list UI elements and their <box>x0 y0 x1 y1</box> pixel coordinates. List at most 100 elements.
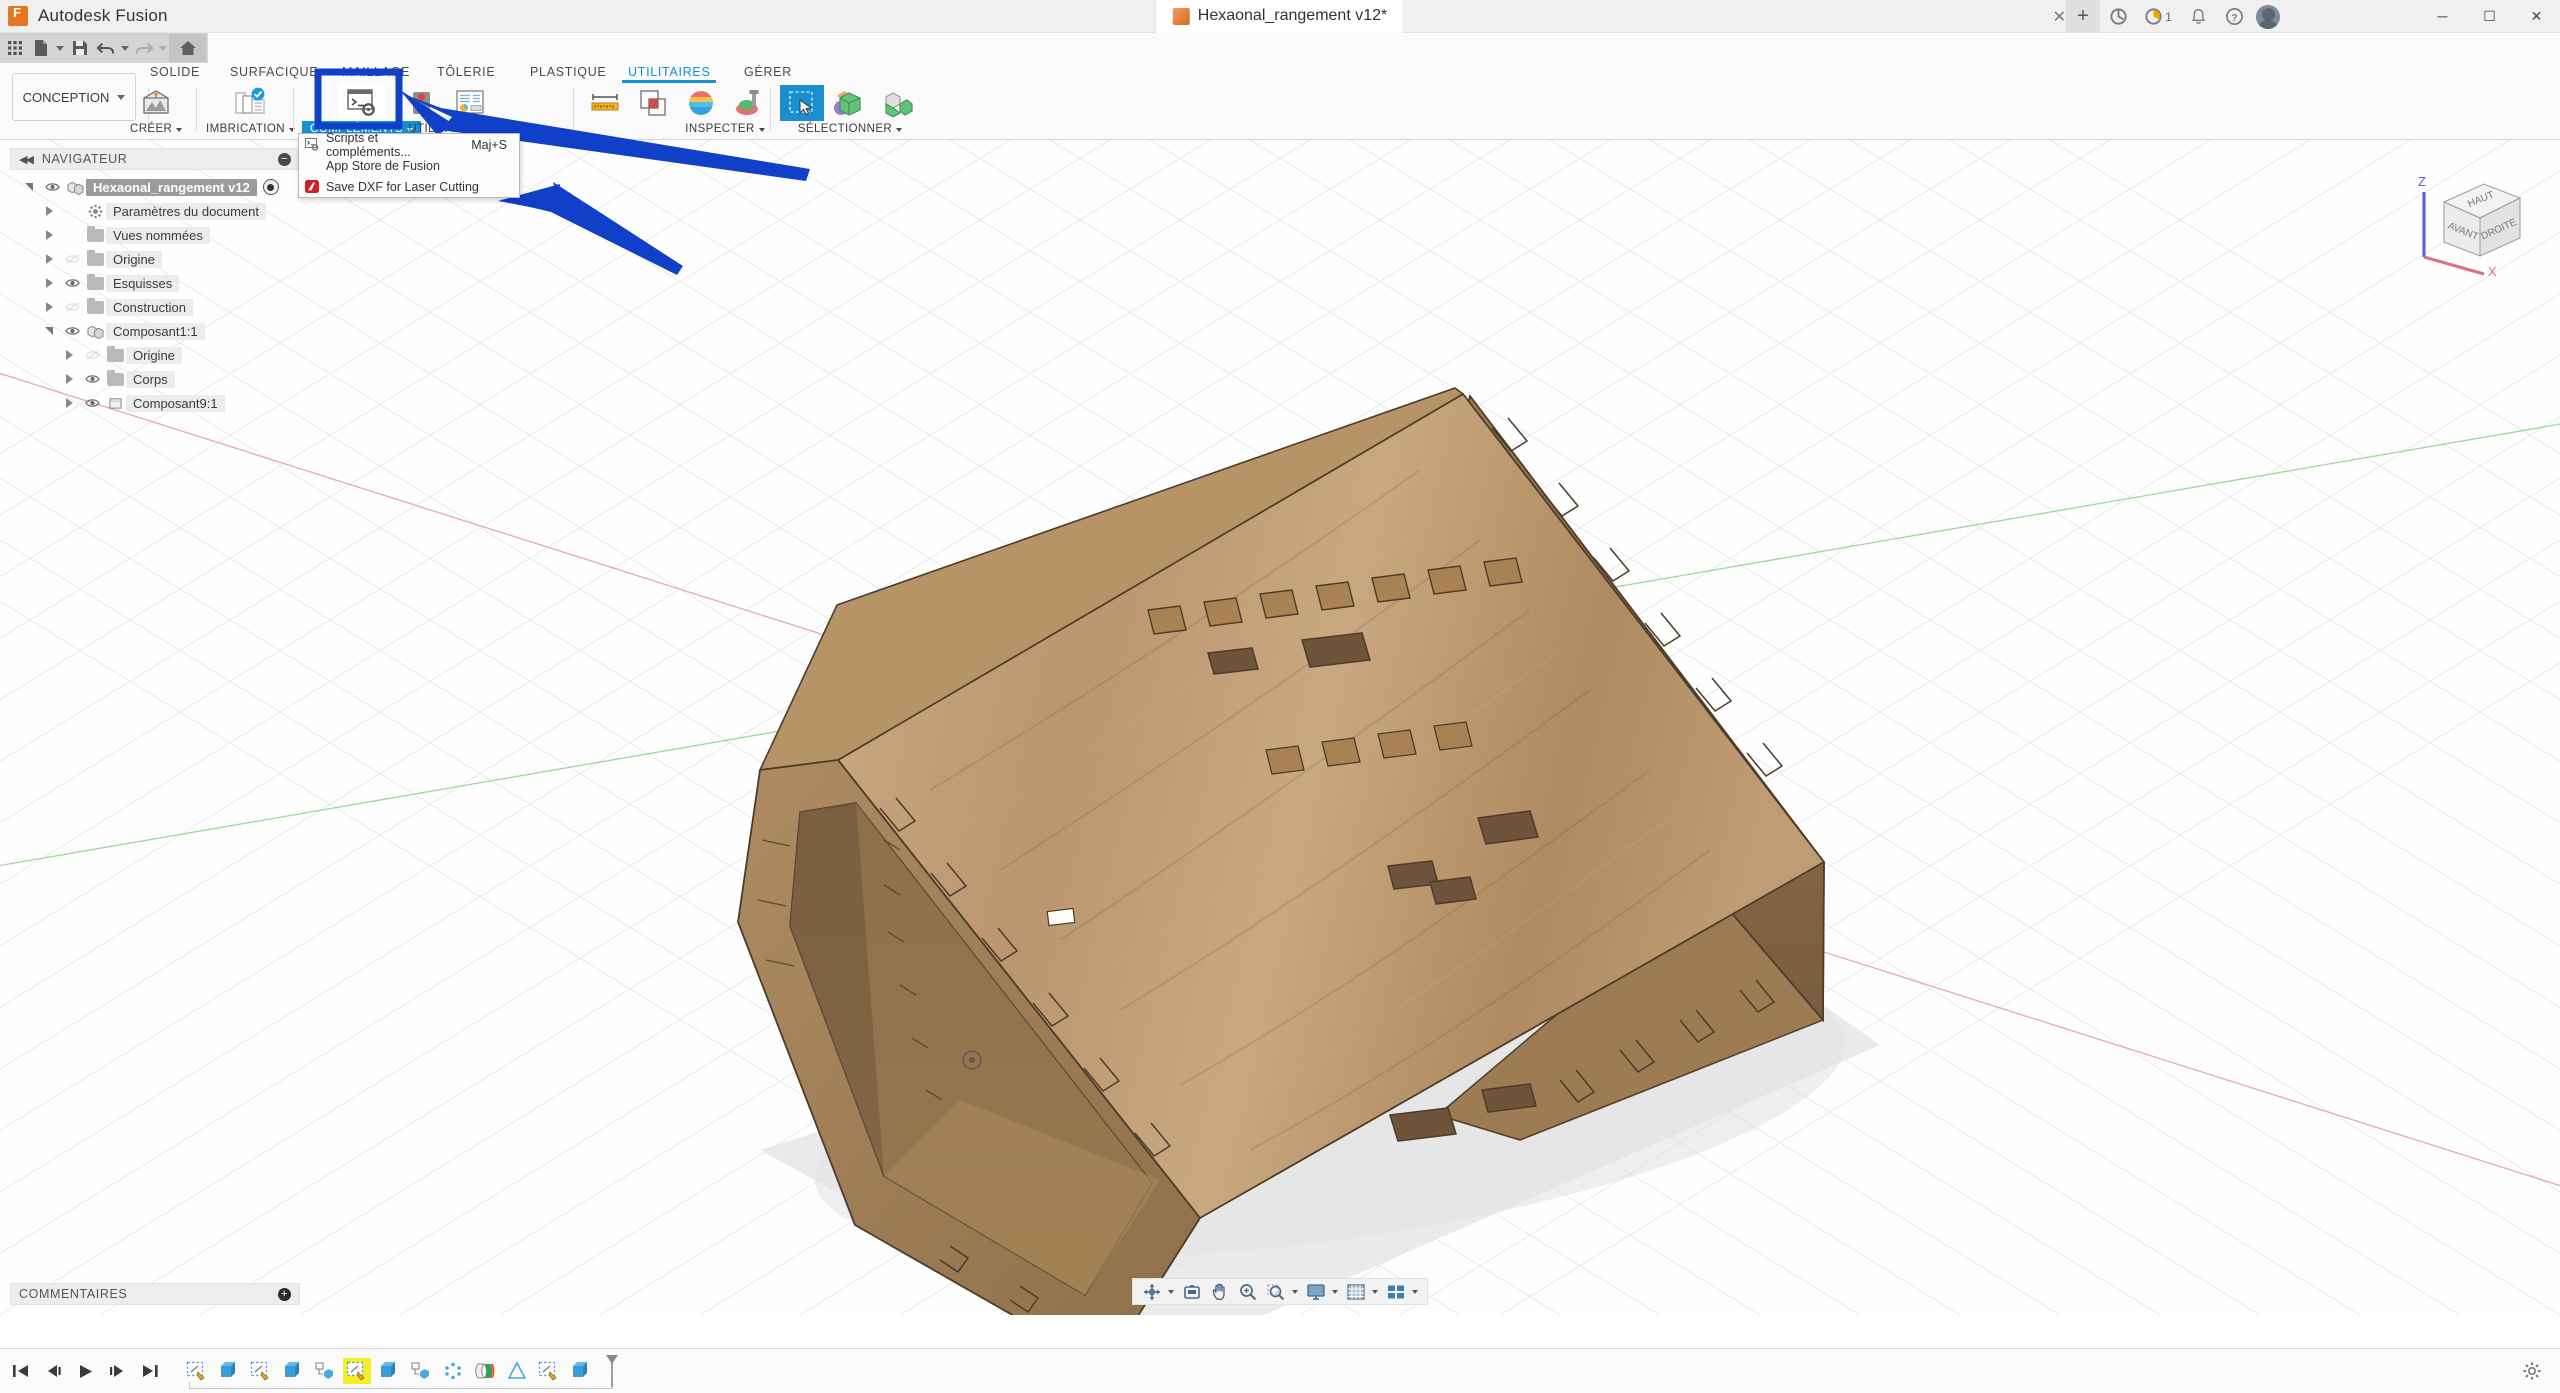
skip-start-icon[interactable] <box>12 1363 31 1379</box>
measure-icon[interactable] <box>583 85 627 121</box>
section-analysis-icon[interactable] <box>727 85 771 121</box>
maximize-button[interactable]: ☐ <box>2466 0 2513 33</box>
create-mesh-icon[interactable] <box>134 85 178 121</box>
menu-item-save-dxf[interactable]: Save DXF for Laser Cutting <box>299 176 519 197</box>
measure-status-icon[interactable] <box>400 85 444 121</box>
expander-closed-icon[interactable] <box>58 350 80 360</box>
tab-maillage[interactable]: MAILLAGE <box>340 63 412 81</box>
pan-icon[interactable] <box>1207 1280 1233 1303</box>
grid-caret-icon[interactable] <box>1372 1289 1378 1294</box>
workspace-selector[interactable]: CONCEPTION <box>12 73 136 121</box>
visibility-toggle-icon[interactable] <box>80 373 104 385</box>
viewports-icon[interactable] <box>1383 1280 1409 1303</box>
grid-snaps-icon[interactable] <box>1343 1280 1369 1303</box>
nav-item-esquisses[interactable]: Esquisses <box>10 271 300 295</box>
visibility-toggle-icon[interactable] <box>60 325 84 337</box>
collapse-icon[interactable]: ◀◀ <box>19 153 34 166</box>
expander-open-icon[interactable] <box>18 183 40 191</box>
addins-scripts-icon[interactable] <box>338 83 385 121</box>
insert-table-icon[interactable] <box>448 85 492 121</box>
timeline-feature-7[interactable] <box>407 1358 435 1384</box>
curvature-analysis-icon[interactable] <box>679 85 723 121</box>
panel-imbrication-label[interactable]: IMBRICATION <box>206 121 295 138</box>
document-tab[interactable]: Hexaonal_rangement v12* <box>1156 0 1404 33</box>
panel-creer-label[interactable]: CRÉER <box>130 121 183 138</box>
tab-utilitaires[interactable]: UTILITAIRES <box>621 63 717 83</box>
tab-gerer[interactable]: GÉRER <box>742 63 794 81</box>
activate-component-radio[interactable] <box>262 179 279 195</box>
expander-closed-icon[interactable] <box>38 206 60 216</box>
zoom-icon[interactable] <box>1235 1280 1261 1303</box>
view-cube[interactable]: Z X HAUT AVANT DROITE <box>2388 152 2528 277</box>
visibility-toggle-icon[interactable] <box>80 349 104 361</box>
panel-inspecter-label[interactable]: INSPECTER <box>685 121 765 138</box>
job-status-icon[interactable]: 1 <box>2136 0 2180 33</box>
tab-surfacique[interactable]: SURFACIQUE <box>228 63 320 81</box>
display-settings-icon[interactable] <box>1303 1280 1329 1303</box>
nav-item-hexaonal-rangement-v12[interactable]: Hexaonal_rangement v12 <box>10 175 300 199</box>
bell-icon[interactable] <box>2180 0 2216 33</box>
home-icon[interactable] <box>169 34 206 62</box>
select-components-icon[interactable] <box>876 85 920 121</box>
redo-caret-icon[interactable] <box>157 34 169 62</box>
nav-item-origine[interactable]: Origine <box>10 247 300 271</box>
look-at-icon[interactable] <box>1179 1280 1205 1303</box>
visibility-toggle-icon[interactable] <box>60 253 84 265</box>
nesting-icon[interactable] <box>228 85 272 121</box>
play-icon[interactable] <box>76 1363 95 1380</box>
display-caret-icon[interactable] <box>1332 1289 1338 1294</box>
nav-item-vues-nomm-es[interactable]: Vues nommées <box>10 223 300 247</box>
document-tab-button[interactable]: Hexaonal_rangement v12* <box>1156 0 1404 33</box>
viewports-caret-icon[interactable] <box>1412 1289 1418 1294</box>
select-window-icon[interactable] <box>780 85 824 121</box>
timeline-feature-6[interactable] <box>375 1358 403 1384</box>
visibility-toggle-icon[interactable] <box>60 301 84 313</box>
visibility-toggle-icon[interactable] <box>60 277 84 289</box>
document-close-icon[interactable]: ✕ <box>2053 7 2066 27</box>
expander-closed-icon[interactable] <box>58 374 80 384</box>
undo-caret-icon[interactable] <box>119 34 131 62</box>
undo-icon[interactable] <box>93 34 119 62</box>
timeline-feature-10[interactable] <box>503 1358 531 1384</box>
tab-tolerie[interactable]: TÔLERIE <box>435 63 497 81</box>
comments-panel[interactable]: COMMENTAIRES + <box>10 1283 300 1305</box>
timeline-feature-9[interactable] <box>471 1358 499 1384</box>
step-forward-icon[interactable] <box>108 1363 127 1379</box>
timeline-feature-2[interactable] <box>247 1358 275 1384</box>
redo-icon[interactable] <box>131 34 157 62</box>
sync-icon[interactable] <box>2100 0 2136 33</box>
expander-open-icon[interactable] <box>38 327 60 335</box>
visibility-toggle-icon[interactable] <box>80 397 104 409</box>
orbit-icon[interactable] <box>1139 1280 1165 1303</box>
expander-closed-icon[interactable] <box>38 278 60 288</box>
step-back-icon[interactable] <box>44 1363 63 1379</box>
expander-closed-icon[interactable] <box>58 398 80 408</box>
timeline-marker[interactable] <box>605 1354 619 1388</box>
expander-closed-icon[interactable] <box>38 254 60 264</box>
nav-item-composant1-1[interactable]: Composant1:1 <box>10 319 300 343</box>
menu-item-scripts[interactable]: Scripts et compléments... Maj+S <box>299 131 519 159</box>
close-button[interactable]: ✕ <box>2513 0 2560 33</box>
nav-item-construction[interactable]: Construction <box>10 295 300 319</box>
new-tab-button[interactable]: + <box>2066 0 2100 33</box>
expander-closed-icon[interactable] <box>38 302 60 312</box>
zoom-window-icon[interactable] <box>1263 1280 1289 1303</box>
nav-item-corps[interactable]: Corps <box>10 367 300 391</box>
interference-icon[interactable] <box>631 85 675 121</box>
nav-item-origine[interactable]: Origine <box>10 343 300 367</box>
panel-selectionner-label[interactable]: SÉLECTIONNER <box>798 121 903 138</box>
file-icon[interactable] <box>28 34 54 62</box>
timeline-feature-1[interactable] <box>215 1358 243 1384</box>
tab-solide[interactable]: SOLIDE <box>148 63 202 81</box>
menu-item-appstore[interactable]: App Store de Fusion <box>299 155 519 176</box>
file-caret-icon[interactable] <box>54 34 66 62</box>
nav-item-param-tres-du-document[interactable]: Paramètres du document <box>10 199 300 223</box>
tab-plastique[interactable]: PLASTIQUE <box>528 63 608 81</box>
settings-gear-icon[interactable] <box>2522 1361 2542 1381</box>
timeline-feature-8[interactable] <box>439 1358 467 1384</box>
skip-end-icon[interactable] <box>140 1363 159 1379</box>
navigator-minimize-icon[interactable]: − <box>278 152 291 166</box>
app-grid-icon[interactable] <box>2 34 28 62</box>
add-comment-button[interactable]: + <box>278 1287 291 1301</box>
timeline-feature-3[interactable] <box>279 1358 307 1384</box>
